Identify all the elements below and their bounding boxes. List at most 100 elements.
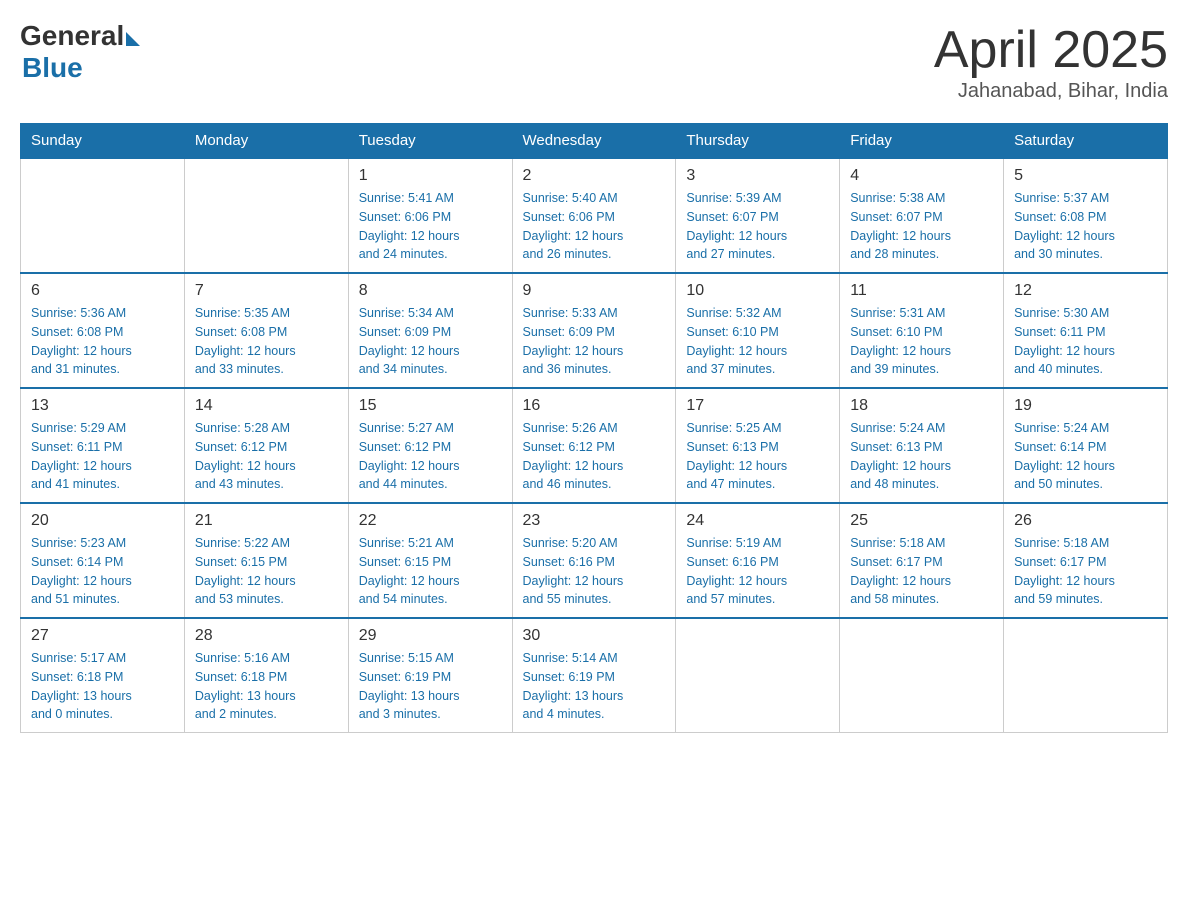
day-number: 21 (195, 512, 338, 530)
weekday-header-row: SundayMondayTuesdayWednesdayThursdayFrid… (21, 124, 1168, 159)
day-info: Sunrise: 5:30 AM Sunset: 6:11 PM Dayligh… (1014, 304, 1157, 379)
calendar-cell: 23 Sunrise: 5:20 AM Sunset: 6:16 PM Dayli… (512, 503, 676, 618)
day-info: Sunrise: 5:21 AM Sunset: 6:15 PM Dayligh… (359, 534, 502, 609)
day-number: 19 (1014, 397, 1157, 415)
weekday-header-tuesday: Tuesday (348, 124, 512, 159)
day-number: 11 (850, 282, 993, 300)
calendar-cell (184, 158, 348, 273)
day-info: Sunrise: 5:27 AM Sunset: 6:12 PM Dayligh… (359, 419, 502, 494)
calendar-cell: 4Sunrise: 5:38 AM Sunset: 6:07 PM Daylig… (840, 158, 1004, 273)
page-header: General Blue April 2025 Jahanabad, Bihar… (20, 20, 1168, 103)
day-number: 24 (686, 512, 829, 530)
day-info: Sunrise: 5:26 AM Sunset: 6:12 PM Dayligh… (523, 419, 666, 494)
calendar-cell: 10 Sunrise: 5:32 AM Sunset: 6:10 PM Dayli… (676, 273, 840, 388)
day-info: Sunrise: 5:40 AM Sunset: 6:06 PM Dayligh… (523, 189, 666, 264)
logo-general-text: General (20, 20, 124, 52)
day-number: 26 (1014, 512, 1157, 530)
month-title: April 2025 (934, 20, 1168, 80)
calendar-cell: 9 Sunrise: 5:33 AM Sunset: 6:09 PM Daylig… (512, 273, 676, 388)
day-number: 6 (31, 282, 174, 300)
calendar-cell: 21Sunrise: 5:22 AM Sunset: 6:15 PM Dayli… (184, 503, 348, 618)
day-number: 8 (359, 282, 502, 300)
calendar-cell: 18Sunrise: 5:24 AM Sunset: 6:13 PM Dayli… (840, 388, 1004, 503)
day-info: Sunrise: 5:24 AM Sunset: 6:14 PM Dayligh… (1014, 419, 1157, 494)
day-info: Sunrise: 5:35 AM Sunset: 6:08 PM Dayligh… (195, 304, 338, 379)
calendar-cell (676, 618, 840, 733)
day-number: 27 (31, 627, 174, 645)
calendar-cell: 20 Sunrise: 5:23 AM Sunset: 6:14 PM Dayli… (21, 503, 185, 618)
week-row-3: 20 Sunrise: 5:23 AM Sunset: 6:14 PM Dayli… (21, 503, 1168, 618)
day-info: Sunrise: 5:36 AM Sunset: 6:08 PM Dayligh… (31, 304, 174, 379)
day-info: Sunrise: 5:33 AM Sunset: 6:09 PM Dayligh… (523, 304, 666, 379)
week-row-2: 13 Sunrise: 5:29 AM Sunset: 6:11 PM Dayli… (21, 388, 1168, 503)
day-number: 2 (523, 167, 666, 185)
calendar-cell: 8 Sunrise: 5:34 AM Sunset: 6:09 PM Daylig… (348, 273, 512, 388)
day-info: Sunrise: 5:16 AM Sunset: 6:18 PM Dayligh… (195, 649, 338, 724)
calendar-cell (1004, 618, 1168, 733)
day-number: 25 (850, 512, 993, 530)
calendar-cell: 27Sunrise: 5:17 AM Sunset: 6:18 PM Dayli… (21, 618, 185, 733)
calendar-cell: 30Sunrise: 5:14 AM Sunset: 6:19 PM Dayli… (512, 618, 676, 733)
calendar-cell: 24 Sunrise: 5:19 AM Sunset: 6:16 PM Dayli… (676, 503, 840, 618)
day-info: Sunrise: 5:34 AM Sunset: 6:09 PM Dayligh… (359, 304, 502, 379)
calendar-cell: 5 Sunrise: 5:37 AM Sunset: 6:08 PM Daylig… (1004, 158, 1168, 273)
calendar-cell: 6 Sunrise: 5:36 AM Sunset: 6:08 PM Daylig… (21, 273, 185, 388)
weekday-header-monday: Monday (184, 124, 348, 159)
week-row-1: 6 Sunrise: 5:36 AM Sunset: 6:08 PM Daylig… (21, 273, 1168, 388)
day-info: Sunrise: 5:19 AM Sunset: 6:16 PM Dayligh… (686, 534, 829, 609)
day-number: 20 (31, 512, 174, 530)
day-number: 1 (359, 167, 502, 185)
day-number: 5 (1014, 167, 1157, 185)
calendar-cell: 14Sunrise: 5:28 AM Sunset: 6:12 PM Dayli… (184, 388, 348, 503)
day-number: 28 (195, 627, 338, 645)
day-info: Sunrise: 5:23 AM Sunset: 6:14 PM Dayligh… (31, 534, 174, 609)
day-number: 12 (1014, 282, 1157, 300)
calendar-cell: 29 Sunrise: 5:15 AM Sunset: 6:19 PM Dayli… (348, 618, 512, 733)
day-number: 7 (195, 282, 338, 300)
day-number: 29 (359, 627, 502, 645)
day-number: 17 (686, 397, 829, 415)
logo: General Blue (20, 20, 140, 84)
calendar-cell: 22 Sunrise: 5:21 AM Sunset: 6:15 PM Dayli… (348, 503, 512, 618)
day-number: 3 (686, 167, 829, 185)
day-number: 10 (686, 282, 829, 300)
calendar-cell: 2 Sunrise: 5:40 AM Sunset: 6:06 PM Daylig… (512, 158, 676, 273)
day-info: Sunrise: 5:28 AM Sunset: 6:12 PM Dayligh… (195, 419, 338, 494)
day-number: 4 (850, 167, 993, 185)
day-number: 30 (523, 627, 666, 645)
logo-blue-text: Blue (22, 52, 140, 84)
day-number: 22 (359, 512, 502, 530)
week-row-4: 27Sunrise: 5:17 AM Sunset: 6:18 PM Dayli… (21, 618, 1168, 733)
weekday-header-sunday: Sunday (21, 124, 185, 159)
calendar-cell: 1 Sunrise: 5:41 AM Sunset: 6:06 PM Daylig… (348, 158, 512, 273)
calendar-cell: 3 Sunrise: 5:39 AM Sunset: 6:07 PM Daylig… (676, 158, 840, 273)
calendar-cell: 13 Sunrise: 5:29 AM Sunset: 6:11 PM Dayli… (21, 388, 185, 503)
day-number: 9 (523, 282, 666, 300)
calendar-cell: 12 Sunrise: 5:30 AM Sunset: 6:11 PM Dayli… (1004, 273, 1168, 388)
weekday-header-thursday: Thursday (676, 124, 840, 159)
day-number: 23 (523, 512, 666, 530)
title-block: April 2025 Jahanabad, Bihar, India (934, 20, 1168, 103)
calendar-cell: 11Sunrise: 5:31 AM Sunset: 6:10 PM Dayli… (840, 273, 1004, 388)
location-title: Jahanabad, Bihar, India (934, 80, 1168, 103)
weekday-header-friday: Friday (840, 124, 1004, 159)
calendar-cell: 19 Sunrise: 5:24 AM Sunset: 6:14 PM Dayli… (1004, 388, 1168, 503)
calendar-cell: 26 Sunrise: 5:18 AM Sunset: 6:17 PM Dayli… (1004, 503, 1168, 618)
calendar-cell: 28 Sunrise: 5:16 AM Sunset: 6:18 PM Dayli… (184, 618, 348, 733)
day-info: Sunrise: 5:20 AM Sunset: 6:16 PM Dayligh… (523, 534, 666, 609)
calendar-cell: 16Sunrise: 5:26 AM Sunset: 6:12 PM Dayli… (512, 388, 676, 503)
day-info: Sunrise: 5:29 AM Sunset: 6:11 PM Dayligh… (31, 419, 174, 494)
day-info: Sunrise: 5:18 AM Sunset: 6:17 PM Dayligh… (1014, 534, 1157, 609)
calendar-cell: 17Sunrise: 5:25 AM Sunset: 6:13 PM Dayli… (676, 388, 840, 503)
calendar-cell (840, 618, 1004, 733)
day-info: Sunrise: 5:39 AM Sunset: 6:07 PM Dayligh… (686, 189, 829, 264)
calendar-cell: 15 Sunrise: 5:27 AM Sunset: 6:12 PM Dayli… (348, 388, 512, 503)
day-info: Sunrise: 5:37 AM Sunset: 6:08 PM Dayligh… (1014, 189, 1157, 264)
day-info: Sunrise: 5:15 AM Sunset: 6:19 PM Dayligh… (359, 649, 502, 724)
weekday-header-saturday: Saturday (1004, 124, 1168, 159)
day-info: Sunrise: 5:41 AM Sunset: 6:06 PM Dayligh… (359, 189, 502, 264)
day-info: Sunrise: 5:32 AM Sunset: 6:10 PM Dayligh… (686, 304, 829, 379)
day-number: 15 (359, 397, 502, 415)
calendar-cell (21, 158, 185, 273)
day-number: 13 (31, 397, 174, 415)
